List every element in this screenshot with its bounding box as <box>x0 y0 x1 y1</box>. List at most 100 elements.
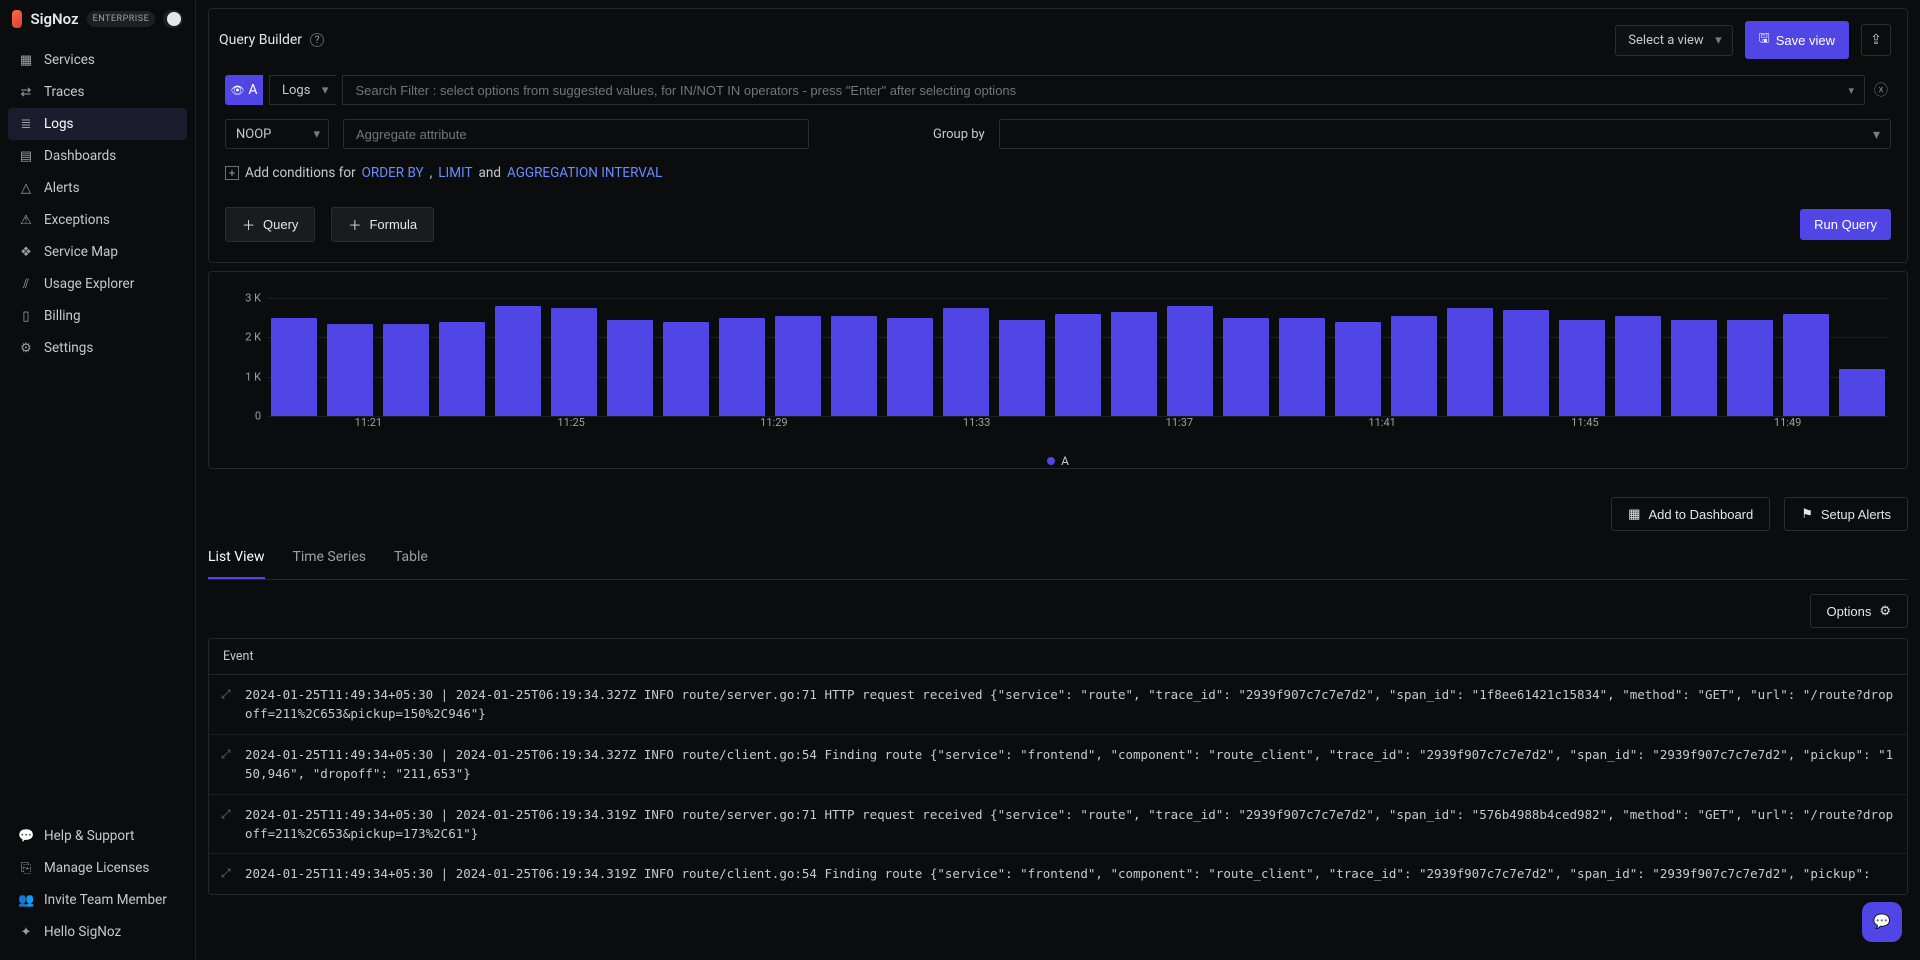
query-tag[interactable]: 👁 A <box>225 75 263 105</box>
sidebar-item-hello[interactable]: ✦Hello SigNoz <box>8 916 187 948</box>
chart-bar <box>1559 320 1605 416</box>
result-actions: ▦ Add to Dashboard ⚑Setup Alerts <box>208 497 1908 531</box>
group-by-input[interactable] <box>999 119 1891 149</box>
y-tick: 3 K <box>245 292 261 305</box>
operation-select[interactable]: NOOP <box>225 119 329 149</box>
warning-icon: ⚠ <box>18 213 34 228</box>
gear-icon: ⚙ <box>1879 603 1891 619</box>
sidebar-item-invite[interactable]: 👥Invite Team Member <box>8 884 187 916</box>
sidebar-item-exceptions[interactable]: ⚠Exceptions <box>8 204 187 236</box>
bell-icon: △ <box>18 181 34 196</box>
user-plus-icon: 👥 <box>18 893 34 908</box>
log-row[interactable]: ⤢2024-01-25T11:49:34+05:30 | 2024-01-25T… <box>209 854 1907 893</box>
tier-badge: ENTERPRISE <box>87 11 156 27</box>
sidebar-item-service-map[interactable]: ❖ Service Map <box>8 236 187 268</box>
filter-input[interactable] <box>355 83 1832 98</box>
theme-toggle[interactable]: ☾ <box>163 10 183 28</box>
setup-alerts-button[interactable]: ⚑Setup Alerts <box>1784 497 1908 531</box>
add-formula-button[interactable]: ＋Formula <box>331 207 434 242</box>
sidebar: SigNoz ENTERPRISE ☾ ▦Services ⇄Traces ≣L… <box>0 0 196 960</box>
expand-icon[interactable]: ⤢ <box>221 864 235 881</box>
sidebar-item-label: Service Map <box>44 244 118 260</box>
sidebar-item-services[interactable]: ▦Services <box>8 44 187 76</box>
log-table-header: Event <box>209 639 1907 675</box>
chart-bar <box>1615 316 1661 416</box>
remove-query-button[interactable]: ⓧ <box>1871 75 1891 105</box>
chart-bar <box>1447 308 1493 416</box>
chat-bubble-icon: 💬 <box>1873 914 1890 930</box>
select-view-dropdown[interactable]: Select a view <box>1615 25 1732 56</box>
gear-icon: ⚙ <box>18 341 34 356</box>
y-axis: 01 K2 K3 K <box>227 298 267 416</box>
sidebar-item-usage-explorer[interactable]: ⫽Usage Explorer <box>8 268 187 300</box>
eye-icon: 👁 <box>230 84 244 97</box>
chat-fab[interactable]: 💬 <box>1862 902 1902 942</box>
sidebar-item-label: Dashboards <box>44 148 116 164</box>
conditions-row[interactable]: + Add conditions for ORDER BY , LIMIT an… <box>225 165 1891 181</box>
chart-bar <box>1783 314 1829 416</box>
bars-icon: ⫽ <box>18 277 34 292</box>
sidebar-item-logs[interactable]: ≣Logs <box>8 108 187 140</box>
share-button[interactable]: ⇪ <box>1861 24 1891 56</box>
expand-icon[interactable]: ⤢ <box>221 685 235 702</box>
sidebar-item-billing[interactable]: ▯Billing <box>8 300 187 332</box>
options-button[interactable]: Options⚙ <box>1810 594 1908 628</box>
primary-nav: ▦Services ⇄Traces ≣Logs ▤Dashboards △ Ale… <box>0 40 195 368</box>
options-row: Options⚙ <box>208 594 1908 628</box>
chart-bar <box>607 320 653 416</box>
add-to-dashboard-button[interactable]: ▦ Add to Dashboard <box>1611 497 1770 531</box>
kw-limit: LIMIT <box>438 165 472 181</box>
panel-title: Query Builder <box>219 32 302 48</box>
chevron-down-icon[interactable]: ▾ <box>1848 84 1854 97</box>
setup-alerts-label: Setup Alerts <box>1821 507 1891 522</box>
tab-list-view[interactable]: List View <box>208 537 265 579</box>
chart-bar <box>775 316 821 416</box>
run-query-button[interactable]: Run Query <box>1800 209 1891 240</box>
chart-bar <box>1055 314 1101 416</box>
aggregate-input[interactable] <box>356 127 796 142</box>
expand-icon[interactable]: ⤢ <box>221 805 235 822</box>
dashboard-add-icon: ▦ <box>1628 506 1640 522</box>
save-view-button[interactable]: 🖫 Save view <box>1745 21 1849 59</box>
chart-bar <box>943 308 989 416</box>
source-select[interactable]: Logs <box>269 75 336 105</box>
panel-title-wrap: Query Builder ? <box>219 32 324 48</box>
toggle-knob <box>167 12 181 26</box>
key-icon: ⎘ <box>18 861 34 876</box>
chart-bar <box>1167 306 1213 416</box>
receipt-icon: ▯ <box>18 309 34 324</box>
chart-bar <box>1671 320 1717 416</box>
log-message: 2024-01-25T11:49:34+05:30 | 2024-01-25T0… <box>245 745 1895 784</box>
query-row-filter: 👁 A Logs ▾ ⓧ <box>225 75 1891 105</box>
logs-icon: ≣ <box>18 117 34 132</box>
sidebar-item-traces[interactable]: ⇄Traces <box>8 76 187 108</box>
sidebar-item-label: Traces <box>44 84 84 100</box>
expand-icon[interactable]: ⤢ <box>221 745 235 762</box>
run-query-label: Run Query <box>1814 217 1877 232</box>
map-icon: ❖ <box>18 245 34 260</box>
query-tag-label: A <box>248 82 257 98</box>
tab-time-series[interactable]: Time Series <box>293 537 366 579</box>
sidebar-item-help[interactable]: 💬Help & Support <box>8 820 187 852</box>
chart-bar <box>1279 318 1325 416</box>
log-row[interactable]: ⤢2024-01-25T11:49:34+05:30 | 2024-01-25T… <box>209 795 1907 855</box>
sidebar-item-settings[interactable]: ⚙Settings <box>8 332 187 364</box>
tab-table[interactable]: Table <box>394 537 428 579</box>
query-row-aggregate: NOOP Group by <box>225 119 1891 149</box>
sidebar-item-label: Alerts <box>44 180 80 196</box>
log-row[interactable]: ⤢2024-01-25T11:49:34+05:30 | 2024-01-25T… <box>209 675 1907 735</box>
sidebar-header: SigNoz ENTERPRISE ☾ <box>0 0 195 40</box>
y-tick: 0 <box>255 410 261 423</box>
add-query-button[interactable]: ＋Query <box>225 207 315 242</box>
sidebar-item-dashboards[interactable]: ▤Dashboards <box>8 140 187 172</box>
x-axis: 11:2111:2511:2911:3311:3711:4111:4511:49 <box>267 416 1889 438</box>
help-icon[interactable]: ? <box>310 33 324 47</box>
sidebar-item-alerts[interactable]: △ Alerts <box>8 172 187 204</box>
log-row[interactable]: ⤢ 2024-01-25T11:49:34+05:30 | 2024-01-25T… <box>209 735 1907 795</box>
add-query-label: Query <box>263 217 298 232</box>
sidebar-item-licenses[interactable]: ⎘Manage Licenses <box>8 852 187 884</box>
add-to-dashboard-label: Add to Dashboard <box>1648 507 1753 522</box>
logo-icon <box>12 10 22 28</box>
chart-bars <box>267 298 1889 416</box>
kw-order: ORDER BY <box>362 165 424 181</box>
